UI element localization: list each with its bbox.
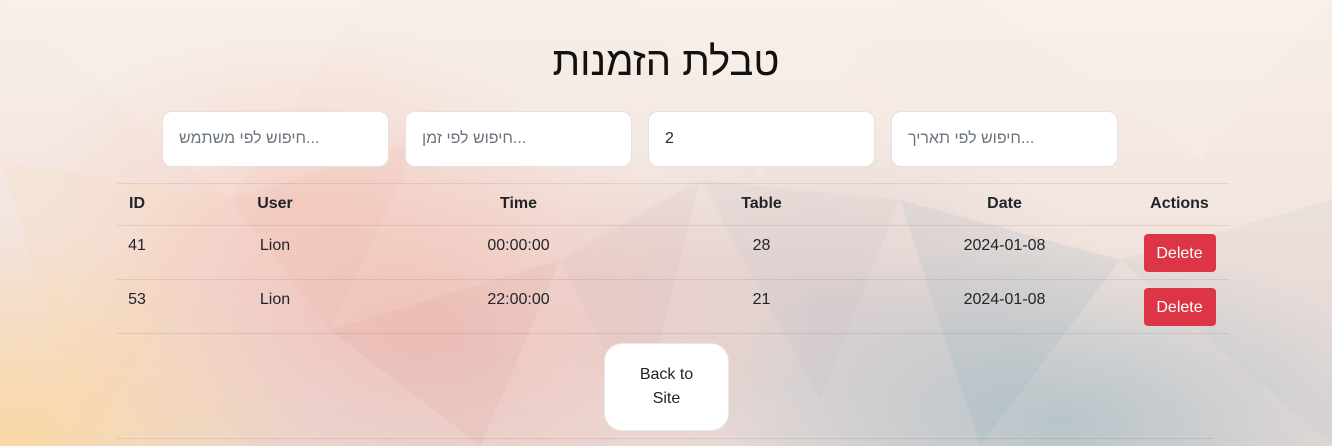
back-to-site-button[interactable]: Back to Site bbox=[604, 343, 729, 431]
search-table-input[interactable] bbox=[648, 111, 875, 167]
search-date-input[interactable] bbox=[891, 111, 1118, 167]
cell-id: 41 bbox=[117, 225, 157, 280]
header-date: Date bbox=[879, 183, 1130, 226]
delete-button[interactable]: Delete bbox=[1143, 288, 1216, 326]
cell-date: 2024-01-08 bbox=[879, 225, 1130, 280]
page-title: טבלת הזמנות bbox=[552, 40, 780, 84]
header-id: ID bbox=[117, 183, 157, 226]
header-actions: Actions bbox=[1130, 183, 1229, 226]
cell-id: 53 bbox=[117, 279, 157, 334]
orders-table: ID User Time Table Date Actions 41 Lion … bbox=[117, 183, 1229, 334]
cell-user: Lion bbox=[157, 279, 393, 334]
cell-table: 21 bbox=[644, 279, 879, 334]
cell-actions: Delete bbox=[1130, 225, 1229, 280]
search-user-input[interactable] bbox=[162, 111, 389, 167]
search-time-input[interactable] bbox=[405, 111, 632, 167]
cell-user: Lion bbox=[157, 225, 393, 280]
cell-date: 2024-01-08 bbox=[879, 279, 1130, 334]
cell-actions: Delete bbox=[1130, 279, 1229, 334]
cell-table: 28 bbox=[644, 225, 879, 280]
cell-time: 00:00:00 bbox=[393, 225, 644, 280]
header-user: User bbox=[157, 183, 393, 226]
page: טבלת הזמנות ID User Time Table Date bbox=[0, 0, 1332, 446]
table-header-row: ID User Time Table Date Actions bbox=[117, 183, 1229, 226]
orders-table-container: ID User Time Table Date Actions 41 Lion … bbox=[117, 183, 1229, 334]
delete-button[interactable]: Delete bbox=[1143, 234, 1216, 272]
header-table: Table bbox=[644, 183, 879, 226]
cell-time: 22:00:00 bbox=[393, 279, 644, 334]
table-row: 41 Lion 00:00:00 28 2024-01-08 Delete bbox=[117, 225, 1229, 280]
table-row: 53 Lion 22:00:00 21 2024-01-08 Delete bbox=[117, 279, 1229, 334]
header-time: Time bbox=[393, 183, 644, 226]
divider bbox=[117, 438, 1213, 439]
